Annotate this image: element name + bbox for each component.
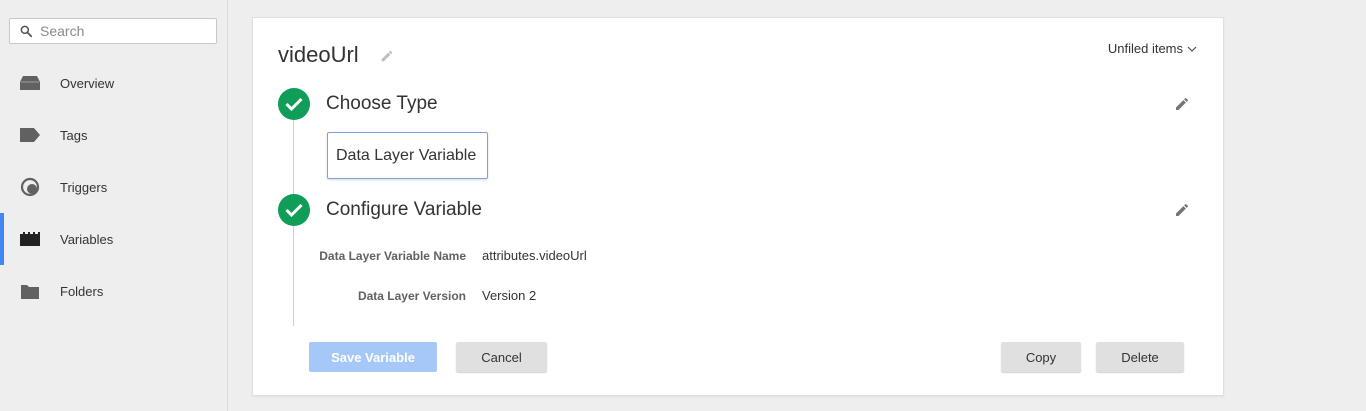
save-variable-button[interactable]: Save Variable: [309, 342, 437, 372]
variable-type-card[interactable]: Data Layer Variable: [327, 132, 488, 179]
field-label: Data Layer Version: [357, 289, 466, 303]
sidebar-item-label: Variables: [60, 231, 114, 247]
search-icon: [20, 25, 33, 38]
sidebar-item-overview[interactable]: Overview: [0, 57, 227, 109]
sidebar-item-label: Overview: [60, 75, 115, 91]
variable-editor-card: videoUrl Unfiled items Choose Type Data …: [252, 17, 1224, 396]
edit-name-icon[interactable]: [380, 49, 394, 63]
sidebar-item-folders[interactable]: Folders: [0, 265, 227, 317]
chevron-down-icon: [1187, 46, 1197, 52]
edit-pencil-icon[interactable]: [1174, 96, 1190, 112]
variables-icon: [20, 229, 40, 249]
overview-icon: [20, 73, 40, 93]
sidebar-item-triggers[interactable]: Triggers: [0, 161, 227, 213]
tag-icon: [20, 125, 40, 145]
sidebar-item-label: Triggers: [60, 179, 108, 195]
step-title-configure-variable: Configure Variable: [326, 199, 482, 220]
edit-pencil-icon[interactable]: [1174, 202, 1190, 218]
field-label: Data Layer Variable Name: [319, 249, 466, 263]
sidebar-item-tags[interactable]: Tags: [0, 109, 227, 161]
folder-dropdown-label: Unfiled items: [1107, 41, 1183, 56]
page-title: videoUrl: [278, 42, 359, 67]
folder-icon: [20, 281, 40, 301]
search-input[interactable]: [40, 23, 210, 39]
folder-dropdown[interactable]: Unfiled items: [1108, 41, 1197, 56]
delete-button[interactable]: Delete: [1096, 342, 1184, 372]
check-icon: [278, 88, 310, 120]
field-value: attributes.videoUrl: [482, 248, 587, 263]
field-value: Version 2: [482, 288, 537, 303]
copy-button[interactable]: Copy: [1001, 342, 1081, 372]
trigger-icon: [20, 177, 40, 197]
sidebar-item-variables[interactable]: Variables: [0, 213, 227, 265]
search-box[interactable]: [9, 18, 217, 44]
step-title-choose-type: Choose Type: [326, 93, 438, 114]
cancel-button[interactable]: Cancel: [456, 342, 547, 372]
sidebar-item-label: Folders: [60, 283, 104, 299]
sidebar-item-label: Tags: [60, 127, 88, 143]
check-icon: [278, 194, 310, 226]
sidebar: Overview Tags Triggers Variables Folders: [0, 0, 228, 411]
